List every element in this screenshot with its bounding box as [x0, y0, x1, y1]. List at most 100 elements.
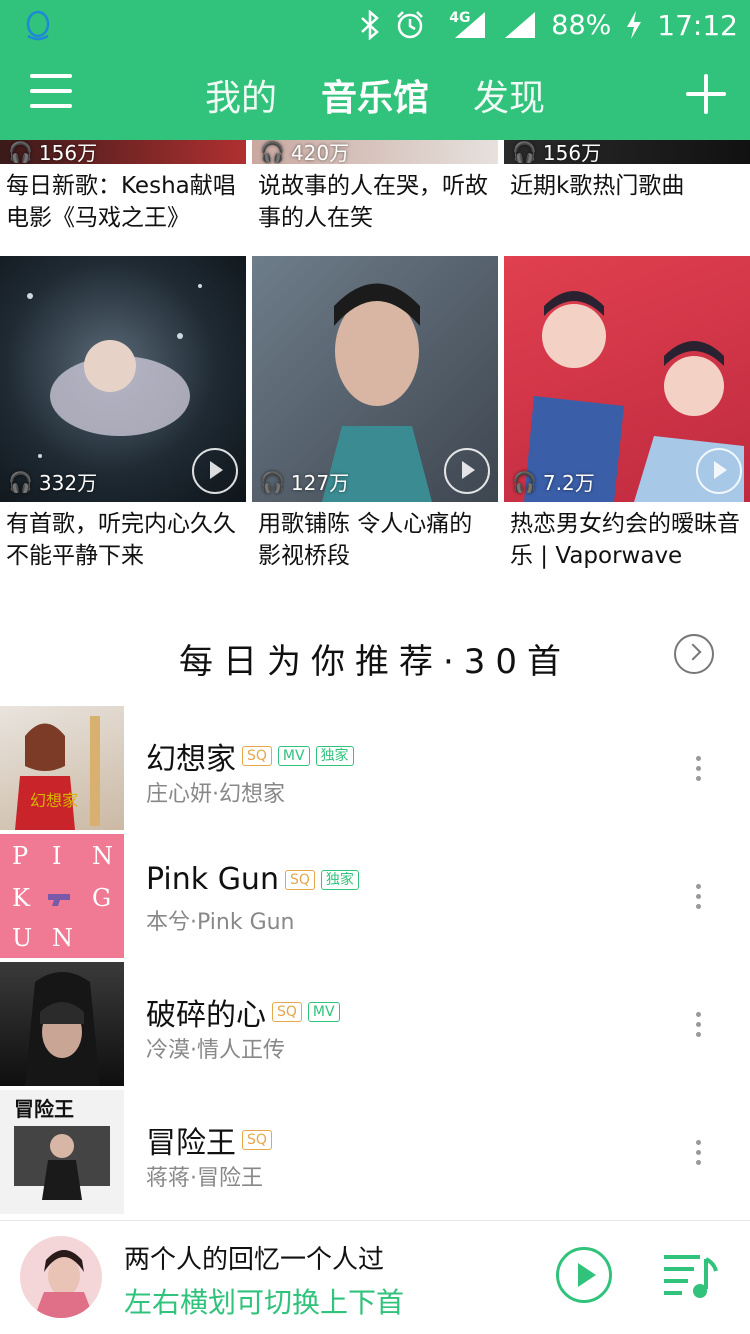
playlist-cover: 🎧 7.2万	[504, 256, 750, 502]
song-artist-album: 蒋蒋·冒险王	[146, 1166, 263, 1191]
sq-badge: SQ	[272, 1002, 302, 1022]
play-count: 🎧 7.2万	[512, 467, 595, 496]
playlist-card[interactable]: 🎧 420万 说故事的人在哭，听故事的人在笑	[252, 140, 498, 234]
play-icon[interactable]	[444, 448, 490, 494]
cover-letter: P	[12, 842, 28, 870]
play-count: 🎧 420万	[260, 140, 349, 164]
headphone-icon: 🎧	[512, 469, 537, 494]
play-count: 🎧 156万	[512, 140, 601, 164]
playlist-title: 说故事的人在哭，听故事的人在笑	[258, 173, 488, 231]
play-count-value: 156万	[542, 141, 602, 164]
more-options-icon[interactable]	[696, 1140, 704, 1168]
playlist-card[interactable]: 🎧 156万 每日新歌：Kesha献唱电影《马戏之王》	[0, 140, 246, 234]
headphone-icon: 🎧	[260, 469, 285, 494]
playlist-title: 用歌铺陈 令人心痛的影视桥段	[258, 511, 473, 569]
playlist-card[interactable]: 🎧 156万 近期k歌热门歌曲	[504, 140, 750, 202]
more-options-icon[interactable]	[696, 756, 704, 784]
now-playing-cover[interactable]	[20, 1236, 102, 1318]
headphone-icon: 🎧	[8, 140, 33, 164]
playlist-title: 热恋男女约会的暧昧音乐 | Vaporwave	[510, 511, 740, 569]
song-artist-album: 庄心妍·幻想家	[146, 782, 285, 807]
cover-letter: N	[52, 924, 73, 952]
mv-badge[interactable]: MV	[277, 746, 310, 766]
playlist-icon[interactable]	[662, 1249, 718, 1301]
cover-letter: K	[12, 884, 31, 912]
alarm-icon	[397, 11, 424, 39]
music-hall-content: 🎧 156万 每日新歌：Kesha献唱电影《马戏之王》 🎧 420万 说故事的人…	[0, 140, 750, 1220]
song-cover: 幻想家	[0, 706, 124, 830]
cover-art	[20, 1236, 102, 1318]
signal-icon	[455, 12, 486, 38]
play-count-value: 332万	[38, 471, 98, 495]
playlist-card[interactable]: 🎧 7.2万 热恋男女约会的暧昧音乐 | Vaporwave	[504, 256, 750, 572]
tab-music-hall[interactable]: 音乐馆	[321, 69, 429, 121]
tab-discover[interactable]: 发现	[473, 69, 545, 121]
cover-text: 幻想家	[30, 791, 78, 810]
now-playing-title: 两个人的回忆一个人过	[124, 1245, 385, 1275]
song-title-line: 冒险王 SQ	[146, 1118, 272, 1162]
cover-letter: I	[52, 842, 61, 870]
more-options-icon[interactable]	[696, 884, 704, 912]
playlist-cover: 🎧 420万	[252, 140, 498, 164]
play-count-value: 420万	[290, 141, 350, 164]
song-artist-album: 本兮·Pink Gun	[146, 910, 295, 935]
play-icon[interactable]	[192, 448, 238, 494]
playlist-cover: 🎧 127万	[252, 256, 498, 502]
song-title-line: 破碎的心 SQ MV	[146, 990, 340, 1034]
play-circle-icon[interactable]	[556, 1247, 612, 1303]
song-artist-album: 冷漠·情人正传	[146, 1038, 285, 1063]
qq-penguin-icon	[26, 10, 50, 41]
playlist-title: 有首歌，听完内心久久不能平静下来	[6, 511, 236, 569]
cover-art: P I N K G U N	[12, 842, 113, 952]
song-name: 破碎的心	[146, 998, 266, 1033]
tab-mine[interactable]: 我的	[205, 69, 277, 121]
status-bar: 4G 88% 17:12	[0, 0, 750, 50]
playlist-card[interactable]: 🎧 127万 用歌铺陈 令人心痛的影视桥段	[252, 256, 498, 572]
song-name: 冒险王	[146, 1126, 236, 1161]
app-bar: 我的 音乐馆 发现	[0, 50, 750, 140]
play-count-value: 156万	[38, 141, 98, 164]
song-row[interactable]: 冒险王 冒险王 SQ 蒋蒋·冒险王	[0, 1090, 750, 1214]
song-cover: 冒险王	[0, 1090, 124, 1214]
playlist-card[interactable]: 🎧 332万 有首歌，听完内心久久不能平静下来	[0, 256, 246, 572]
playlist-cover: 🎧 156万	[504, 140, 750, 164]
more-options-icon[interactable]	[696, 1012, 704, 1040]
cover-art: 幻想家	[15, 716, 100, 830]
song-cover: P I N K G U N	[0, 834, 124, 958]
headphone-icon: 🎧	[8, 469, 33, 494]
playlist-cover: 🎧 332万	[0, 256, 246, 502]
song-row[interactable]: P I N K G U N Pink Gun SQ 独家 本兮·Pink Gun	[0, 834, 750, 958]
top-tabs: 我的 音乐馆 发现	[0, 50, 750, 140]
play-count-value: 127万	[290, 471, 350, 495]
cover-art: 冒险王	[14, 1097, 110, 1200]
playlist-cover: 🎧 156万	[0, 140, 246, 164]
mini-player[interactable]: 两个人的回忆一个人过 左右横划可切换上下首	[0, 1220, 750, 1334]
headphone-icon: 🎧	[512, 140, 537, 164]
headphone-icon: 🎧	[260, 140, 285, 164]
song-row[interactable]: 幻想家 幻想家 SQ MV 独家 庄心妍·幻想家	[0, 706, 750, 830]
plus-icon[interactable]	[686, 74, 726, 114]
daily-recommend-header[interactable]: 每日为你推荐·30首	[0, 624, 750, 684]
battery-percent: 88%	[551, 9, 612, 41]
song-name: Pink Gun	[146, 862, 279, 897]
section-title: 每日为你推荐·30首	[178, 642, 572, 682]
cover-text: 冒险王	[14, 1097, 74, 1121]
cover-art	[25, 972, 100, 1086]
bluetooth-icon	[361, 10, 380, 40]
lightning-icon	[627, 11, 642, 39]
cover-letter: G	[92, 884, 111, 912]
exclusive-badge: 独家	[320, 869, 359, 890]
signal-icon-2	[505, 12, 536, 38]
cover-letter: U	[12, 924, 32, 952]
mv-badge[interactable]: MV	[307, 1002, 340, 1022]
song-row[interactable]: 破碎的心 SQ MV 冷漠·情人正传	[0, 962, 750, 1086]
chevron-right-circle-icon[interactable]	[674, 634, 714, 674]
song-name: 幻想家	[146, 742, 236, 777]
cover-letter: N	[92, 842, 113, 870]
play-icon[interactable]	[696, 448, 742, 494]
exclusive-badge: 独家	[315, 746, 354, 766]
play-count-value: 7.2万	[542, 471, 595, 495]
sq-badge: SQ	[242, 1130, 272, 1150]
playlist-title: 近期k歌热门歌曲	[510, 173, 685, 199]
song-cover	[0, 962, 124, 1086]
